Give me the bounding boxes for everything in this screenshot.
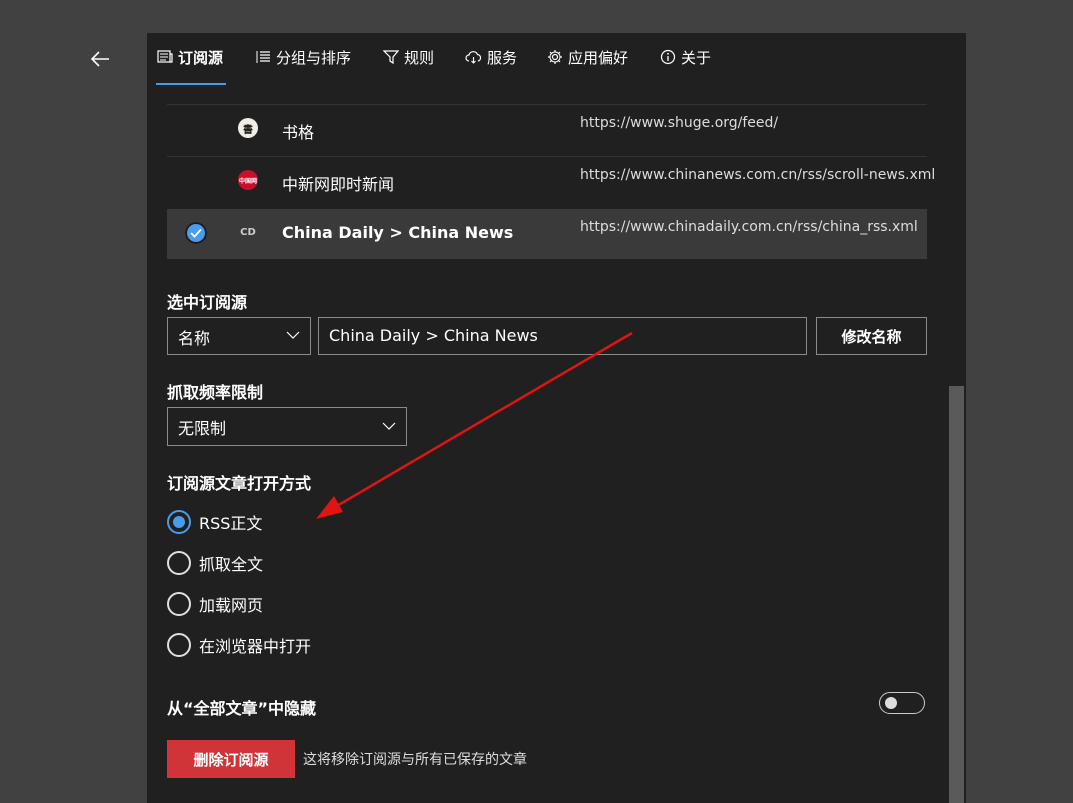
radio-open-in-browser[interactable]: 在浏览器中打开 xyxy=(167,632,311,658)
fetch-limit-select[interactable]: 无限制 xyxy=(167,407,407,446)
chevron-down-icon xyxy=(382,422,396,430)
tab-label: 订阅源 xyxy=(178,48,224,67)
selected-source-label: 选中订阅源 xyxy=(167,293,248,312)
tab-preferences[interactable]: 应用偏好 xyxy=(547,45,628,69)
tab-feeds[interactable]: 订阅源 xyxy=(157,45,223,69)
settings-panel: 订阅源 分组与排序 规则 服务 应用偏好 关于 書 书格 https://www… xyxy=(147,33,966,803)
fetch-limit-value: 无限制 xyxy=(178,419,227,438)
tab-label: 服务 xyxy=(487,48,518,67)
delete-hint: 这将移除订阅源与所有已保存的文章 xyxy=(303,752,527,768)
radio-label: 加载网页 xyxy=(199,596,264,615)
settings-tabs: 订阅源 分组与排序 规则 服务 应用偏好 关于 xyxy=(147,33,966,95)
radio-circle xyxy=(167,510,191,534)
tab-rules[interactable]: 规则 xyxy=(383,45,434,69)
radio-label: 在浏览器中打开 xyxy=(199,637,312,656)
tab-label: 应用偏好 xyxy=(568,48,629,67)
cloud-icon xyxy=(465,51,482,64)
feed-favicon: 中国网 xyxy=(238,170,258,190)
info-icon xyxy=(660,49,676,65)
radio-label: 抓取全文 xyxy=(199,555,264,574)
field-select-value: 名称 xyxy=(178,329,211,348)
filter-icon xyxy=(383,50,399,65)
radio-rss-content[interactable]: RSS正文 xyxy=(167,509,262,535)
radio-load-webpage[interactable]: 加载网页 xyxy=(167,591,263,617)
radio-full-content[interactable]: 抓取全文 xyxy=(167,550,263,576)
selected-check[interactable] xyxy=(185,222,207,244)
feed-name: 书格 xyxy=(282,123,315,142)
feed-name: China Daily > China News xyxy=(282,223,514,242)
tab-services[interactable]: 服务 xyxy=(465,45,517,69)
list-icon xyxy=(256,51,270,63)
rename-button[interactable]: 修改名称 xyxy=(816,317,927,355)
checkmark-icon xyxy=(190,228,202,238)
tab-about[interactable]: 关于 xyxy=(660,45,711,69)
feed-favicon: 書 xyxy=(238,118,258,138)
tab-label: 关于 xyxy=(681,48,712,67)
table-row[interactable]: 中国网 中新网即时新闻 https://www.chinanews.com.cn… xyxy=(167,156,935,209)
feed-name: 中新网即时新闻 xyxy=(282,175,395,194)
gear-icon xyxy=(548,50,562,64)
table-row[interactable]: 書 书格 https://www.shuge.org/feed/ xyxy=(167,104,927,157)
radio-circle xyxy=(167,592,191,616)
open-mode-label: 订阅源文章打开方式 xyxy=(167,474,312,493)
tab-label: 规则 xyxy=(404,48,435,67)
hide-from-all-toggle[interactable] xyxy=(879,692,925,714)
chevron-down-icon xyxy=(286,331,300,339)
field-select[interactable]: 名称 xyxy=(167,317,311,355)
feed-favicon: CD xyxy=(240,226,256,238)
active-tab-indicator xyxy=(156,83,226,85)
table-row-selected[interactable]: CD China Daily > China News https://www.… xyxy=(167,209,927,259)
fetch-limit-label: 抓取频率限制 xyxy=(167,383,264,402)
hide-from-all-label: 从“全部文章”中隐藏 xyxy=(167,699,317,718)
feed-url: https://www.chinadaily.com.cn/rss/china_… xyxy=(580,219,918,235)
delete-feed-button[interactable]: 删除订阅源 xyxy=(167,740,295,778)
arrow-left-icon xyxy=(90,51,109,67)
scrollbar[interactable] xyxy=(949,386,964,803)
tab-label: 分组与排序 xyxy=(276,48,352,67)
radio-circle xyxy=(167,551,191,575)
feed-url: https://www.shuge.org/feed/ xyxy=(580,115,779,131)
feed-icon xyxy=(157,50,173,63)
radio-label: RSS正文 xyxy=(199,514,263,533)
tab-groups[interactable]: 分组与排序 xyxy=(255,45,351,69)
feed-url: https://www.chinanews.com.cn/rss/scroll-… xyxy=(580,167,936,183)
back-button[interactable] xyxy=(87,46,113,72)
feed-name-input[interactable]: China Daily > China News xyxy=(318,317,807,355)
radio-circle xyxy=(167,633,191,657)
toggle-knob xyxy=(885,697,897,709)
feed-name-input-value: China Daily > China News xyxy=(329,326,538,345)
